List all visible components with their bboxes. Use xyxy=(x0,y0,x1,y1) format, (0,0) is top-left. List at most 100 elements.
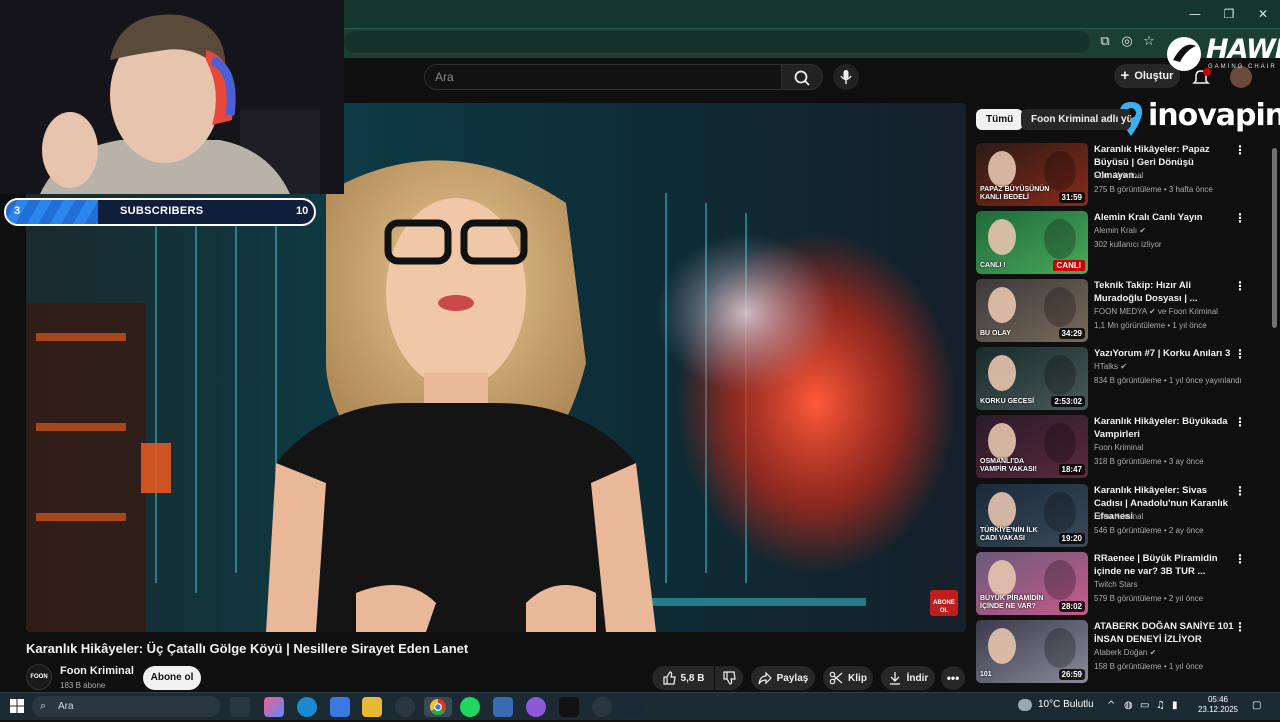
recommendation-title[interactable]: YazıYorum #7 | Korku Anıları 3 xyxy=(1094,347,1234,360)
mail-icon[interactable] xyxy=(330,697,350,717)
install-app-icon[interactable]: ⧉ xyxy=(1097,34,1113,50)
dislike-button[interactable] xyxy=(715,666,743,690)
bookmark-star-icon[interactable]: ☆ xyxy=(1141,34,1157,50)
video-thumbnail[interactable]: 101 26:59 xyxy=(976,620,1088,683)
inovapin-logo: inovapin xyxy=(1148,98,1280,133)
search-button[interactable] xyxy=(781,64,823,90)
tray-weather[interactable]: 10°C Bulutlu xyxy=(1038,699,1094,710)
recommendation-title[interactable]: Alemin Kralı Canlı Yayın xyxy=(1094,211,1234,224)
hawk-logo-text: HAWK xyxy=(1206,34,1280,65)
recommendation-channel[interactable]: Alemin Kralı ✔ xyxy=(1094,226,1146,235)
recommendation-meta: 302 kullanıcı izliyor xyxy=(1094,240,1162,249)
epic-games-icon[interactable] xyxy=(559,697,579,717)
recommendation-channel[interactable]: Twitch Stars xyxy=(1094,580,1138,589)
search-input[interactable]: Ara xyxy=(424,64,782,90)
more-vertical-icon[interactable]: ⋮ xyxy=(1234,552,1246,568)
channel-name[interactable]: Foon Kriminal xyxy=(60,665,134,677)
subscriber-goal-min: 3 xyxy=(14,205,21,217)
app-icon-3[interactable] xyxy=(592,697,612,717)
more-vertical-icon[interactable]: ⋮ xyxy=(1234,279,1246,295)
more-vertical-icon[interactable]: ⋮ xyxy=(1234,211,1246,227)
maximize-button[interactable]: ❐ xyxy=(1212,0,1246,28)
recommendation-channel[interactable]: Foon Kriminal xyxy=(1094,512,1143,521)
like-button[interactable]: 5,8 B xyxy=(652,666,714,690)
video-thumbnail[interactable]: TÜRKİYE'NİN İLK CADI VAKASI 19:20 xyxy=(976,484,1088,547)
recommendation-channel[interactable]: Foon Kriminal xyxy=(1094,443,1143,452)
recommendation-item[interactable]: 101 26:59 ATABERK DOĞAN SANİYE 101 İNSAN D… xyxy=(976,620,1266,684)
more-vertical-icon[interactable]: ⋮ xyxy=(1234,620,1246,636)
thumbnail-caption: BÜYÜK PİRAMİDİN İÇİNDE NE VAR? xyxy=(980,595,1044,610)
recommendation-item[interactable]: PAPAZ BÜYÜSÜNÜN KANLI BEDELİ 31:59 Karanlı… xyxy=(976,143,1266,207)
eye-off-icon[interactable]: ◎ xyxy=(1119,34,1135,50)
recommendation-title[interactable]: ATABERK DOĞAN SANİYE 101 İNSAN DENEYİ İZ… xyxy=(1094,620,1234,646)
file-explorer-icon[interactable] xyxy=(362,697,382,717)
tray-app-icon[interactable]: ◍ xyxy=(1124,700,1133,711)
tray-clock[interactable]: 05:46 23.12.2025 xyxy=(1196,695,1240,715)
network-icon[interactable]: ▭ xyxy=(1140,700,1149,711)
video-thumbnail[interactable]: KORKU GECESİ 2:53:02 xyxy=(976,347,1088,410)
video-duration: 28:02 xyxy=(1058,601,1085,612)
subscribe-button[interactable]: Abone ol xyxy=(143,666,201,690)
recommendation-item[interactable]: CANLI ! CANLI Alemin Kralı Canlı Yayın Alem… xyxy=(976,211,1266,275)
recommendation-channel[interactable]: Foon Kriminal xyxy=(1094,171,1143,180)
thumbs-down-icon xyxy=(723,671,736,685)
chip-all[interactable]: Tümü xyxy=(976,109,1024,130)
windows-start-icon[interactable] xyxy=(10,699,24,713)
more-vertical-icon[interactable]: ⋮ xyxy=(1234,415,1246,431)
chrome-icon xyxy=(429,698,446,716)
share-button[interactable]: Paylaş xyxy=(751,666,815,690)
chip-foon-kriminal[interactable]: Foon Kriminal adlı yük xyxy=(1021,109,1131,130)
chrome-taskbar-button[interactable] xyxy=(424,697,452,717)
volume-icon[interactable]: ♫ xyxy=(1156,700,1165,711)
recommendation-channel[interactable]: Ataberk Doğan ✔ xyxy=(1094,648,1156,657)
video-thumbnail[interactable]: BÜYÜK PİRAMİDİN İÇİNDE NE VAR? 28:02 xyxy=(976,552,1088,615)
app-icon-1[interactable] xyxy=(493,697,513,717)
recommendation-channel[interactable]: FOON MEDYA ✔ ve Foon Kriminal xyxy=(1094,307,1218,316)
recommendation-meta: 1,1 Mn görüntüleme • 1 yıl önce xyxy=(1094,321,1207,330)
recommendation-item[interactable]: KORKU GECESİ 2:53:02 YazıYorum #7 | Korku … xyxy=(976,347,1266,411)
video-thumbnail[interactable]: BU OLAY 34:29 xyxy=(976,279,1088,342)
more-actions-button[interactable]: ••• xyxy=(941,666,965,690)
video-thumbnail[interactable]: PAPAZ BÜYÜSÜNÜN KANLI BEDELİ 31:59 xyxy=(976,143,1088,206)
subscriber-goal-max: 10 xyxy=(296,205,309,217)
thumbnail-caption: BU OLAY xyxy=(980,330,1011,337)
channel-avatar[interactable]: FOON xyxy=(26,664,52,690)
recommendation-item[interactable]: OSMANLI'DA VAMPİR VAKASI! 18:47 Karanlık H… xyxy=(976,415,1266,479)
voice-search-button[interactable] xyxy=(833,64,859,90)
video-thumbnail[interactable]: CANLI ! CANLI xyxy=(976,211,1088,274)
recommendation-item[interactable]: TÜRKİYE'NİN İLK CADI VAKASI 19:20 Karanlık… xyxy=(976,484,1266,548)
recommendation-item[interactable]: BU OLAY 34:29 Teknik Takip: Hızır Ali Mura… xyxy=(976,279,1266,343)
address-bar[interactable] xyxy=(344,31,1090,53)
close-button[interactable]: ✕ xyxy=(1246,0,1280,28)
recommendation-title[interactable]: Karanlık Hikâyeler: Büyükada Vampirleri xyxy=(1094,415,1234,441)
task-view-icon[interactable] xyxy=(230,697,250,717)
battery-icon[interactable]: ▮ xyxy=(1172,700,1178,711)
spotify-icon[interactable] xyxy=(460,697,480,717)
webcam-frame xyxy=(0,0,344,194)
recommendation-title[interactable]: RRaenee | Büyük Piramidin içinde ne var?… xyxy=(1094,552,1234,578)
notification-center-icon[interactable]: ▢ xyxy=(1252,700,1261,711)
minimize-button[interactable]: — xyxy=(1178,0,1212,28)
more-vertical-icon[interactable]: ⋮ xyxy=(1234,484,1246,500)
xbox-icon[interactable] xyxy=(395,697,415,717)
download-button[interactable]: İndir xyxy=(881,666,935,690)
subscribe-watermark[interactable]: ABONE OL xyxy=(930,590,958,616)
taskbar-search[interactable]: ⌕ Ara xyxy=(32,696,220,717)
recommendation-channel[interactable]: HTalks ✔ xyxy=(1094,362,1127,371)
sidebar-scrollbar-thumb[interactable] xyxy=(1272,148,1277,328)
chevron-up-icon[interactable]: ^ xyxy=(1107,700,1115,711)
more-vertical-icon[interactable]: ⋮ xyxy=(1234,143,1246,159)
app-icon-2[interactable] xyxy=(526,697,546,717)
video-thumbnail[interactable]: OSMANLI'DA VAMPİR VAKASI! 18:47 xyxy=(976,415,1088,478)
thumbnail-caption: CANLI ! xyxy=(980,262,1006,269)
recommendation-item[interactable]: BÜYÜK PİRAMİDİN İÇİNDE NE VAR? 28:02 RRaen… xyxy=(976,552,1266,616)
copilot-icon[interactable] xyxy=(264,697,284,717)
like-count: 5,8 B xyxy=(680,672,705,684)
edge-icon[interactable] xyxy=(297,697,317,717)
taskbar-search-icon: ⌕ xyxy=(40,700,47,712)
more-horizontal-icon: ••• xyxy=(946,671,960,685)
more-vertical-icon[interactable]: ⋮ xyxy=(1234,347,1246,363)
steam-icon[interactable] xyxy=(625,697,645,717)
clip-button[interactable]: Klip xyxy=(823,666,873,690)
recommendation-title[interactable]: Teknik Takip: Hızır Ali Muradoğlu Dosyas… xyxy=(1094,279,1234,305)
